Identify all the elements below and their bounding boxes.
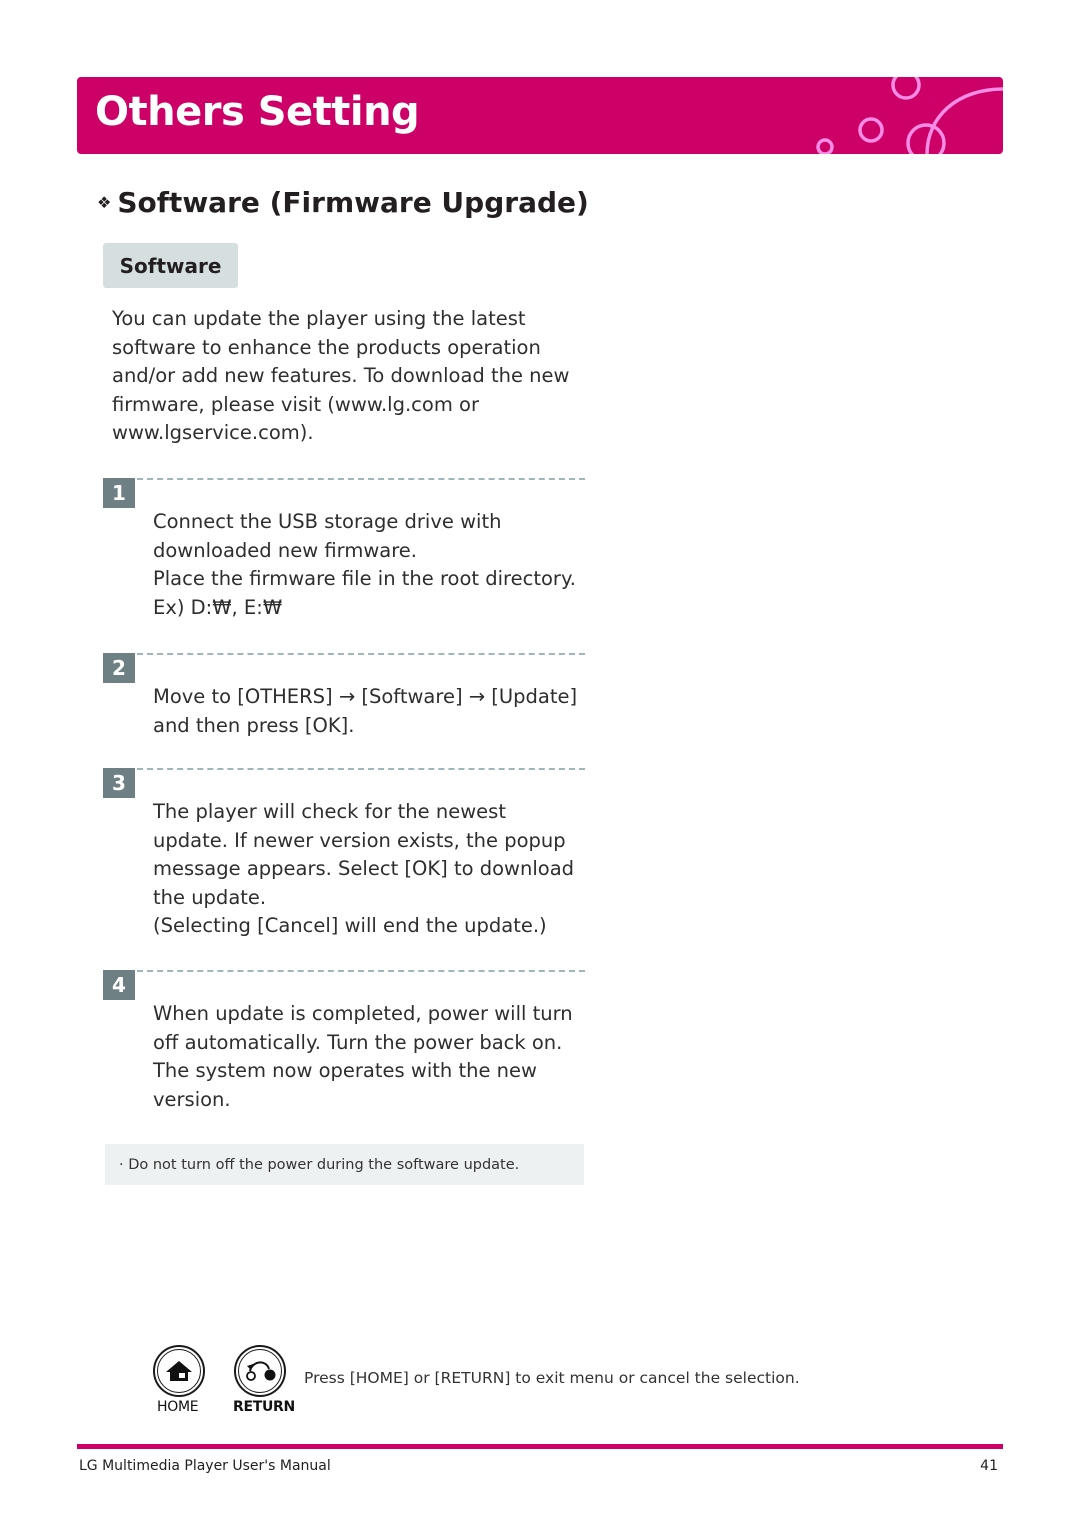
footer-divider: [77, 1444, 1003, 1449]
step-4: 4 When update is completed, power will t…: [103, 970, 585, 1120]
step-line: Ex) D:₩, E:₩: [153, 595, 283, 619]
step-line: When update is completed, power will tur…: [153, 1002, 573, 1111]
step-line: Move to [OTHERS] → [Software] → [Update]…: [153, 685, 578, 737]
exit-instruction: Press [HOME] or [RETURN] to exit menu or…: [304, 1369, 800, 1387]
dashed-divider: [137, 768, 585, 770]
step-number: 2: [103, 653, 135, 683]
section-heading: ❖ Software (Firmware Upgrade): [97, 186, 589, 219]
step-1: 1 Connect the USB storage drive with dow…: [103, 478, 585, 628]
step-line: The player will check for the newest upd…: [153, 800, 575, 909]
step-number: 1: [103, 478, 135, 508]
dashed-divider: [137, 478, 585, 480]
section-heading-text: Software (Firmware Upgrade): [117, 186, 589, 219]
home-icon: [166, 1361, 192, 1381]
manual-title: LG Multimedia Player User's Manual: [79, 1458, 331, 1474]
page-title: Others Setting: [95, 89, 420, 135]
subsection-label-software: Software: [103, 243, 238, 288]
return-button-graphic: [234, 1345, 286, 1397]
step-text: The player will check for the newest upd…: [153, 798, 585, 941]
step-text: Move to [OTHERS] → [Software] → [Update]…: [153, 683, 585, 740]
step-line: Connect the USB storage drive with downl…: [153, 510, 502, 562]
diamond-cluster-icon: ❖: [97, 193, 112, 212]
page-banner: Others Setting: [77, 77, 1003, 154]
step-number: 4: [103, 970, 135, 1000]
dashed-divider: [137, 970, 585, 972]
home-label: HOME: [157, 1399, 199, 1415]
warning-note: · Do not turn off the power during the s…: [105, 1144, 584, 1185]
return-icon: [246, 1361, 276, 1381]
step-line: (Selecting [Cancel] will end the update.…: [153, 914, 547, 937]
step-text: When update is completed, power will tur…: [153, 1000, 585, 1114]
home-button-graphic: [153, 1345, 205, 1397]
dashed-divider: [137, 653, 585, 655]
step-2: 2 Move to [OTHERS] → [Software] → [Updat…: [103, 653, 585, 743]
step-3: 3 The player will check for the newest u…: [103, 768, 585, 938]
step-line: Place the firmware file in the root dire…: [153, 567, 576, 590]
step-number: 3: [103, 768, 135, 798]
return-label: RETURN: [233, 1399, 295, 1415]
intro-paragraph: You can update the player using the late…: [112, 307, 570, 444]
page-number: 41: [980, 1458, 998, 1474]
step-text: Connect the USB storage drive with downl…: [153, 508, 585, 622]
